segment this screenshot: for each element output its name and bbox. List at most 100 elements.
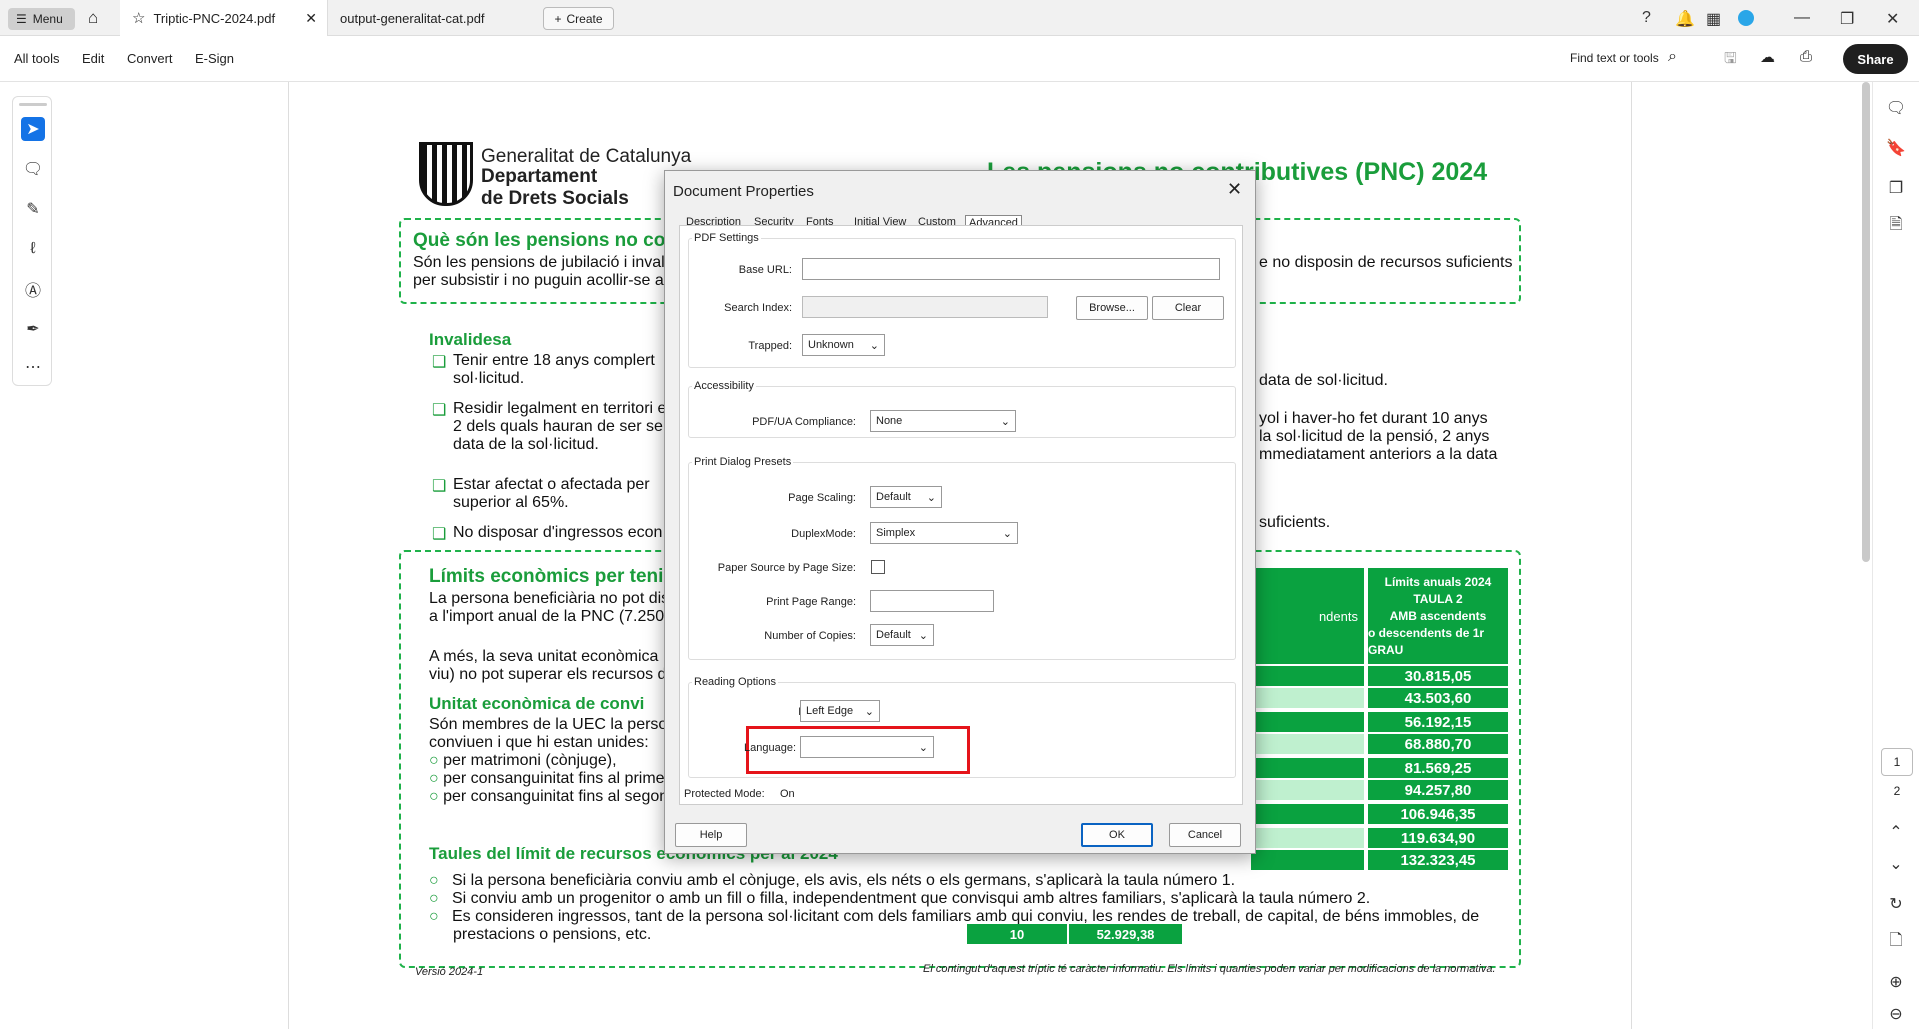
table-side-cell: [1251, 758, 1364, 778]
trapped-select[interactable]: Unknown ⌄: [802, 334, 885, 356]
next-page-number[interactable]: 2: [1881, 784, 1913, 804]
home-icon[interactable]: ⌂: [88, 8, 98, 28]
table-value-cell: 94.257,80: [1368, 780, 1508, 800]
page-fit-icon[interactable]: 🗋: [1886, 932, 1906, 952]
uec-item-text: per matrimoni (cònjuge),: [443, 752, 617, 769]
search-index-input[interactable]: [802, 296, 1048, 318]
create-button[interactable]: + Create: [543, 7, 614, 30]
select-cursor-icon[interactable]: ➤: [21, 117, 45, 141]
convert-menu[interactable]: Convert: [127, 51, 173, 66]
add-comment-icon[interactable]: 🗨: [21, 157, 45, 181]
edit-menu[interactable]: Edit: [82, 51, 104, 66]
trapped-value: Unknown: [808, 339, 854, 351]
bullet-square-icon: ❑: [432, 354, 447, 371]
chevron-down-icon: ⌄: [926, 491, 936, 504]
draw-freehand-icon[interactable]: ℓ: [21, 237, 45, 261]
zoom-out-icon[interactable]: ⊖: [1886, 1004, 1906, 1024]
table-side-cell: [1251, 804, 1364, 824]
all-tools-menu[interactable]: All tools: [14, 51, 60, 66]
paper-source-checkbox[interactable]: [871, 560, 885, 574]
rail-handle[interactable]: [19, 103, 47, 106]
base-url-input[interactable]: [802, 258, 1220, 280]
comments-icon[interactable]: 🗨: [1886, 98, 1906, 118]
bullet-square-icon: ❑: [432, 526, 447, 543]
browse-button[interactable]: Browse...: [1076, 296, 1148, 320]
page-down-icon[interactable]: ⌄: [1886, 854, 1906, 874]
page-scaling-label: Page Scaling:: [788, 492, 856, 504]
bell-icon[interactable]: 🔔: [1675, 9, 1695, 29]
zoom-in-icon[interactable]: ⊕: [1886, 972, 1906, 992]
pages-icon[interactable]: ❐: [1886, 178, 1906, 198]
duplex-label: DuplexMode:: [791, 528, 856, 540]
table-value-cell: 106.946,35: [1368, 804, 1508, 824]
table-value-cell: 56.192,15: [1368, 712, 1508, 732]
table-value-cell: 132.323,45: [1368, 850, 1508, 870]
print-presets-label: Print Dialog Presets: [692, 456, 794, 468]
sign-icon[interactable]: ✒: [21, 317, 45, 341]
vertical-scrollbar[interactable]: [1862, 82, 1870, 562]
language-label: Language:: [744, 742, 796, 754]
close-tab-icon[interactable]: ✕: [305, 10, 317, 27]
page-scaling-select[interactable]: Default ⌄: [870, 486, 942, 508]
search-index-label: Search Index:: [724, 302, 792, 314]
tab-triptic[interactable]: ☆ Triptic-PNC-2024.pdf ✕: [120, 0, 328, 36]
print-range-input[interactable]: [870, 590, 994, 612]
bookmarks-icon[interactable]: 🔖: [1886, 138, 1906, 158]
binding-select[interactable]: Left Edge ⌄: [800, 700, 880, 722]
main-toolbar: All tools Edit Convert E-Sign Find text …: [0, 36, 1919, 82]
attachments-icon[interactable]: 🗎: [1886, 216, 1906, 236]
save-icon[interactable]: 🖫: [1724, 48, 1737, 73]
uec-item-text: per consanguinitat fins al segon: [443, 788, 669, 805]
page-scaling-value: Default: [876, 491, 911, 503]
star-icon[interactable]: ☆: [132, 9, 145, 27]
apps-grid-icon[interactable]: ▦: [1706, 9, 1721, 29]
help-icon[interactable]: ?: [1642, 9, 1651, 27]
highlight-pen-icon[interactable]: ✎: [21, 197, 45, 221]
ok-button[interactable]: OK: [1081, 823, 1153, 847]
table-side-cell: [1251, 780, 1364, 800]
print-range-label: Print Page Range:: [766, 596, 856, 608]
limits-heading: Límits econòmics per teni: [429, 566, 664, 587]
chevron-down-icon: ⌄: [864, 705, 874, 718]
upload-cloud-icon[interactable]: ☁: [1760, 48, 1775, 66]
search-icon[interactable]: ⌕: [1668, 48, 1677, 66]
definition-text: Són les pensions de jubilació i invali: [413, 254, 669, 271]
tables-item-text: Si la persona beneficiària conviu amb el…: [452, 872, 1236, 889]
table-header: Límits anuals 2024 TAULA 2 AMB ascendent…: [1368, 568, 1508, 664]
share-button[interactable]: Share: [1843, 44, 1908, 74]
duplex-select[interactable]: Simplex ⌄: [870, 522, 1018, 544]
left-tool-rail: ➤ 🗨 ✎ ℓ Ⓐ ✒ ⋯: [12, 96, 52, 386]
avatar[interactable]: [1738, 10, 1754, 26]
right-panel-rail: 🗨 🔖 ❐ 🗎 1 2 ⌃ ⌄ ↻ 🗋 ⊕ ⊖: [1872, 82, 1919, 1029]
duplex-value: Simplex: [876, 527, 916, 539]
page-up-icon[interactable]: ⌃: [1886, 822, 1906, 842]
pdfua-select[interactable]: None ⌄: [870, 410, 1016, 432]
find-text-label[interactable]: Find text or tools: [1570, 51, 1659, 65]
menu-button[interactable]: ☰ Menu: [8, 8, 75, 30]
current-page-number[interactable]: 1: [1881, 748, 1913, 776]
text-box-icon[interactable]: Ⓐ: [21, 277, 45, 301]
minimize-icon[interactable]: —: [1794, 9, 1810, 27]
table-header-line: AMB ascendents: [1389, 608, 1487, 623]
definition-text: e no disposin de recursos suficients: [1259, 254, 1513, 271]
clear-button[interactable]: Clear: [1152, 296, 1224, 320]
tables-item-text: Es consideren ingressos, tant de la pers…: [452, 908, 1480, 925]
dialog-close-icon[interactable]: ✕: [1227, 179, 1242, 200]
language-select[interactable]: ⌄: [800, 736, 934, 758]
requirement-text: Tenir entre 18 anys complert: [453, 352, 655, 369]
table-side-cell: [1251, 666, 1364, 686]
base-url-label: Base URL:: [738, 264, 792, 276]
print-icon[interactable]: ⎙: [1800, 48, 1812, 65]
window-close-icon[interactable]: ✕: [1886, 9, 1899, 29]
more-tools-icon[interactable]: ⋯: [21, 355, 45, 379]
cancel-button[interactable]: Cancel: [1169, 823, 1241, 847]
help-button[interactable]: Help: [675, 823, 747, 847]
requirement-text: Residir legalment en territori e: [453, 400, 667, 417]
tab-output-generalitat[interactable]: output-generalitat-cat.pdf: [328, 0, 536, 36]
copies-select[interactable]: Default ⌄: [870, 624, 934, 646]
esign-menu[interactable]: E-Sign: [195, 51, 234, 66]
bullet-square-icon: ❑: [432, 402, 447, 419]
rotate-icon[interactable]: ↻: [1886, 894, 1906, 914]
restore-icon[interactable]: ❐: [1840, 9, 1854, 29]
uec-text: Són membres de la UEC la perso: [429, 716, 668, 733]
